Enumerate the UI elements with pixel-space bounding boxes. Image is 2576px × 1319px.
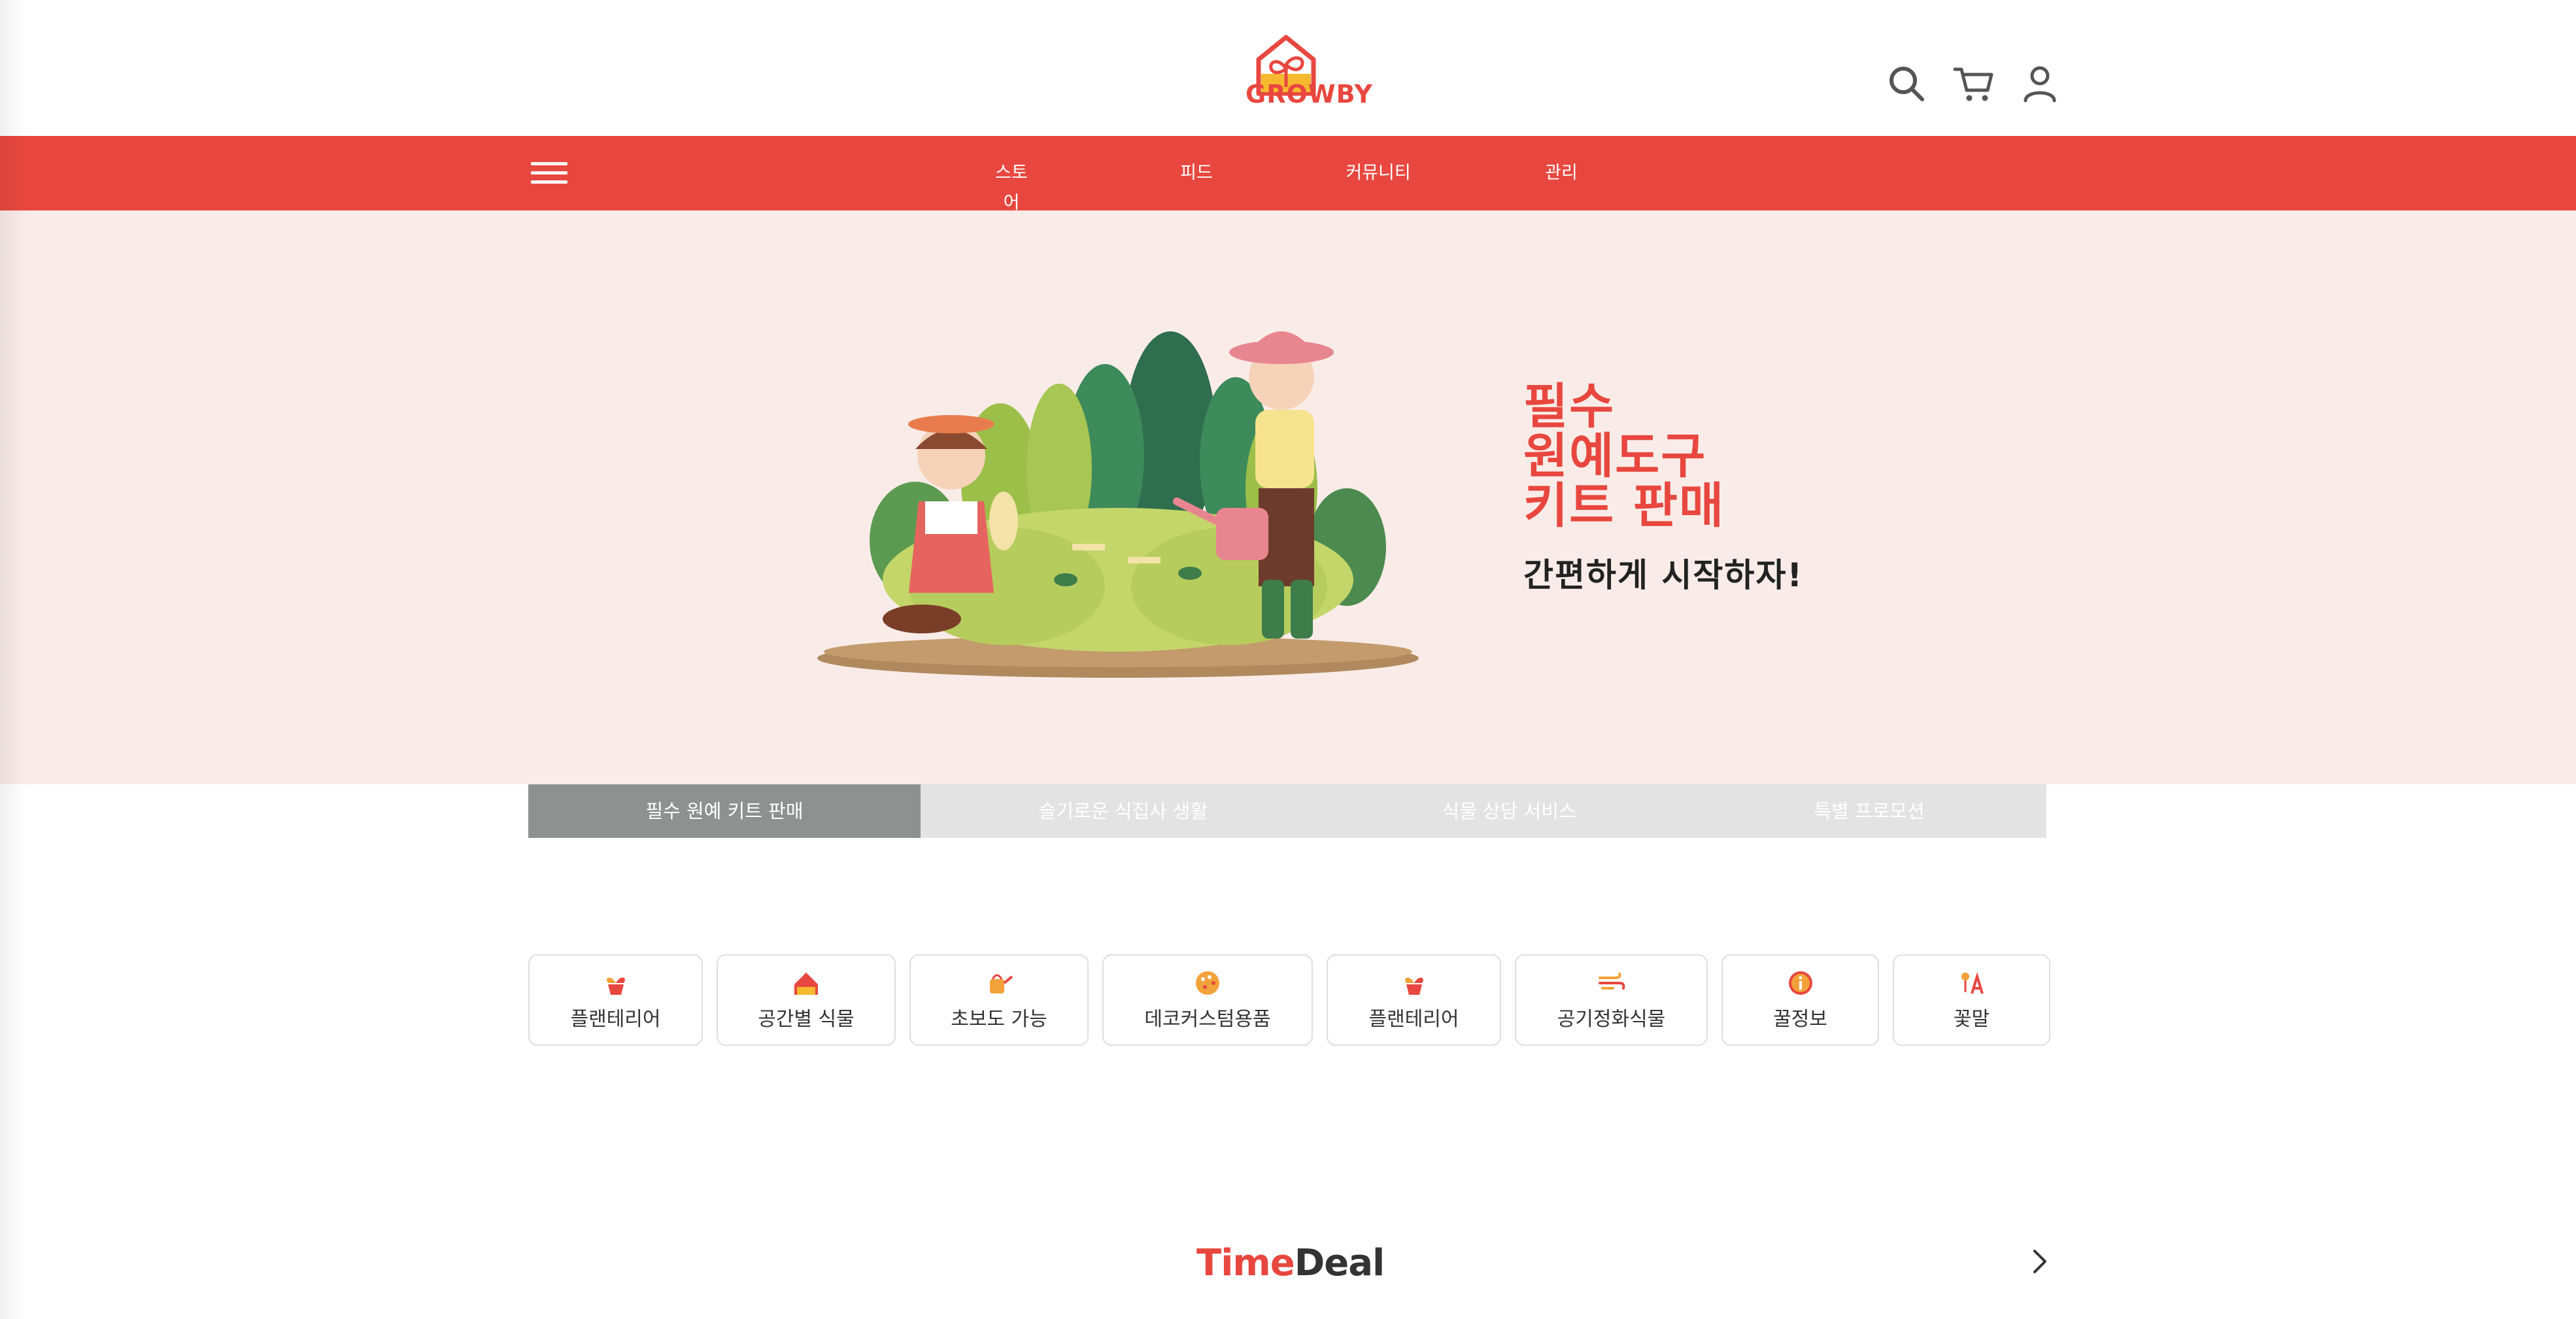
category-button[interactable]: 플랜테리어 — [528, 954, 703, 1046]
category-label: 공기정화식물 — [1557, 1008, 1666, 1031]
header-actions — [1886, 63, 2061, 105]
nav-item-community[interactable]: 커뮤니티 — [1346, 158, 1411, 188]
timedeal-heading: TimeDeal — [1196, 1242, 1385, 1284]
category-buttons: 플랜테리어 공간별 식물 초보도 가능 데코커스텀용품 플랜테리어 공기정화식물… — [528, 954, 2050, 1046]
chevron-right-icon[interactable] — [2025, 1247, 2054, 1276]
category-label: 꽃말 — [1953, 1008, 1990, 1031]
hero-title-line: 필수 — [1523, 378, 1616, 435]
nav-item-feed[interactable]: 피드 — [1177, 158, 1216, 188]
banner-tabs: 필수 원예 키트 판매 슬기로운 식집사 생활 식물 상담 서비스 특별 프로모… — [528, 784, 2046, 838]
category-label: 플랜테리어 — [570, 1008, 661, 1031]
sprout-pot-icon — [606, 977, 625, 995]
category-button[interactable]: 꽃말 — [1893, 954, 2050, 1046]
nav-item-store[interactable]: 스토어 — [989, 158, 1034, 213]
info-icon — [1788, 971, 1812, 995]
house-icon — [794, 973, 818, 995]
hero-title: 필수 원예도구 키트 판매 — [1523, 382, 1916, 531]
flower-letter-icon — [1961, 972, 1984, 994]
category-button[interactable]: 꿀정보 — [1721, 954, 1879, 1046]
category-label: 데코커스텀용품 — [1144, 1008, 1271, 1031]
user-icon[interactable] — [2019, 63, 2061, 105]
main-nav: 스토어 피드 커뮤니티 관리 — [0, 136, 2576, 213]
search-icon[interactable] — [1886, 63, 1927, 105]
left-edge-shadow — [0, 0, 26, 1319]
sprout-pot-icon — [1404, 977, 1423, 995]
cart-icon[interactable] — [1952, 63, 1994, 105]
hero-banner[interactable]: 필수 원예도구 키트 판매 간편하게 시작하자! — [0, 210, 2576, 784]
category-label: 공간별 식물 — [758, 1008, 855, 1031]
tab-special-promotion[interactable]: 특별 프로모션 — [1692, 784, 2046, 838]
palette-icon — [1196, 971, 1219, 995]
brand-name: GROWBY — [1246, 80, 1374, 109]
tab-plant-consulting[interactable]: 식물 상담 서비스 — [1326, 784, 1692, 838]
watering-can-icon — [990, 974, 1013, 993]
hero-title-line: 키트 판매 — [1523, 478, 1725, 534]
wind-icon — [1598, 973, 1625, 990]
hamburger-menu-icon[interactable] — [531, 157, 568, 188]
category-button[interactable]: 공간별 식물 — [717, 954, 896, 1046]
hero-subtitle: 간편하게 시작하자! — [1523, 556, 1804, 594]
category-button[interactable]: 공기정화식물 — [1515, 954, 1708, 1046]
page: GROWBY 스토어 피드 커뮤니티 관리 필수 원예도구 키트 판매 간편하게… — [0, 0, 2576, 1319]
timedeal-title-time: Time — [1196, 1242, 1295, 1284]
tab-plant-parent-life[interactable]: 슬기로운 식집사 생활 — [921, 784, 1326, 838]
nav-item-manage[interactable]: 관리 — [1542, 158, 1581, 188]
site-header: GROWBY — [0, 0, 2576, 136]
category-label: 초보도 가능 — [951, 1008, 1047, 1031]
category-label: 꿀정보 — [1773, 1008, 1827, 1031]
timedeal-title-deal: Deal — [1294, 1242, 1385, 1284]
category-button[interactable]: 플랜테리어 — [1327, 954, 1501, 1046]
tab-gardening-kit[interactable]: 필수 원예 키트 판매 — [528, 784, 921, 838]
category-button[interactable]: 데코커스텀용품 — [1102, 954, 1313, 1046]
hero-title-line: 원예도구 — [1523, 428, 1707, 484]
category-button[interactable]: 초보도 가능 — [909, 954, 1089, 1046]
gardening-kids-illustration — [817, 331, 1419, 678]
category-label: 플랜테리어 — [1368, 1008, 1459, 1031]
